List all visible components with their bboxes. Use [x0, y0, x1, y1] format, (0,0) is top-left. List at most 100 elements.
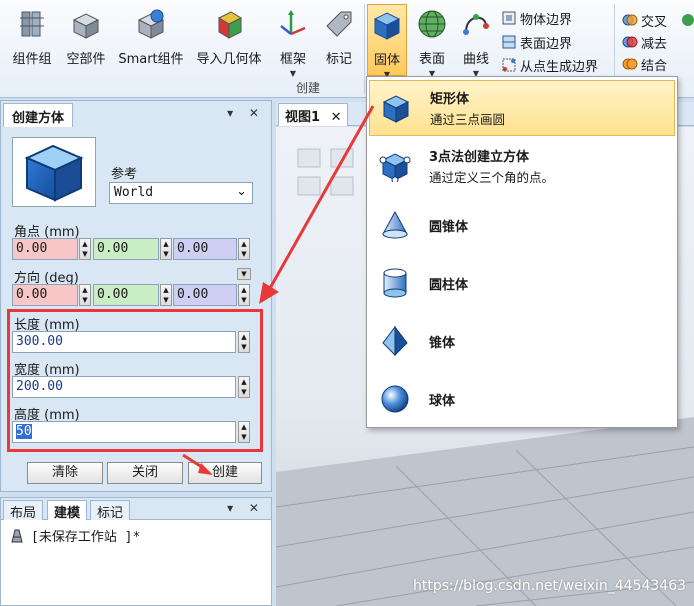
menu-item-cone-title: 圆锥体 [429, 219, 469, 235]
corner-y-input[interactable]: 0.00 [93, 238, 159, 260]
frame-button[interactable]: 框架 ▼ [274, 4, 312, 78]
height-spinner[interactable]: ▲ ▼ [238, 421, 250, 443]
close-button[interactable]: 关闭 [107, 462, 183, 484]
tab-modeling[interactable]: 建模 [47, 500, 88, 521]
ribbon-separator [364, 4, 365, 94]
frame-label: 框架 [279, 52, 306, 67]
surface-border-button[interactable]: 表面边界 [501, 32, 572, 52]
box-preview [12, 137, 96, 207]
surface-button[interactable]: 表面 ▼ [412, 4, 452, 78]
reference-select[interactable]: World ⌄ [109, 182, 253, 204]
pyramid-icon [379, 325, 411, 357]
box-3-points-icon [379, 150, 411, 182]
border-from-points-button[interactable]: 从点生成边界 [501, 55, 598, 75]
browser-panel: 布局 建模 标记 ▾ ✕ [未保存工作站 ]* [0, 497, 272, 606]
sphere-icon [379, 383, 411, 415]
menu-item-sphere[interactable]: 球体 [369, 371, 675, 427]
width-input[interactable]: 200.00 [12, 376, 236, 398]
tag-icon [323, 8, 355, 40]
border-from-points-label: 从点生成边界 [520, 59, 599, 75]
menu-item-cylinder[interactable]: 圆柱体 [369, 255, 675, 311]
tool-icon [680, 12, 694, 28]
curve-button[interactable]: 曲线 ▼ [456, 4, 496, 78]
clear-button[interactable]: 清除 [27, 462, 103, 484]
subtract-icon [622, 34, 638, 50]
object-border-icon [501, 10, 517, 26]
union-icon [622, 56, 638, 72]
length-spinner[interactable]: ▲ ▼ [238, 331, 250, 353]
width-spinner[interactable]: ▲ ▼ [238, 376, 250, 398]
menu-item-box-3-points-desc: 通过定义三个角的点。 [429, 170, 555, 185]
direction-z-input[interactable]: 0.00 [173, 284, 237, 306]
corner-z-spinner[interactable]: ▲ ▼ [238, 238, 250, 260]
height-input[interactable]: 50 [12, 421, 236, 443]
reference-label: 参考 [111, 167, 138, 182]
panel-controls[interactable]: ▾ ✕ [227, 501, 265, 515]
empty-part-button[interactable]: 空部件 [62, 4, 110, 78]
frame-icon [277, 8, 309, 40]
menu-item-cone[interactable]: 圆锥体 [369, 197, 675, 253]
corner-y-spinner[interactable]: ▲ ▼ [160, 238, 172, 260]
component-group-button[interactable]: 组件组 [8, 4, 56, 78]
arrow-annotation-icon [182, 453, 213, 475]
corner-x-input[interactable]: 0.00 [12, 238, 78, 260]
tab-layout[interactable]: 布局 [3, 500, 44, 521]
chevron-down-icon: ▼ [289, 69, 297, 78]
smart-component-icon [135, 8, 167, 40]
tag-button[interactable]: 标记 [318, 4, 360, 78]
tab-tags[interactable]: 标记 [90, 500, 131, 521]
union-button[interactable]: 结合 [622, 54, 667, 74]
reference-value: World [114, 185, 154, 200]
corner-z-input[interactable]: 0.00 [173, 238, 237, 260]
group-label-create: 创建 [296, 81, 321, 95]
menu-item-box-title: 矩形体 [430, 92, 470, 107]
box-icon [380, 92, 412, 124]
corner-x-spinner[interactable]: ▲ ▼ [79, 238, 91, 260]
arrow-annotation-icon [259, 105, 375, 304]
border-from-points-icon [501, 57, 517, 73]
subtract-label: 减去 [641, 36, 668, 52]
direction-expand-button[interactable]: ▼ [237, 268, 251, 280]
cone-icon [379, 209, 411, 241]
create-box-panel: 创建方体 ▾ ✕ 参考 World ⌄ 角点 (mm) 0.00 ▲ ▼ 0.00… [0, 100, 272, 492]
import-geometry-button[interactable]: 导入几何体 [192, 4, 266, 78]
curve-label: 曲线 [462, 52, 489, 67]
solid-dropdown-menu: 矩形体 通过三点画圆 3点法创建立方体 通过定义三个角的点。 圆锥体 圆柱体 锥… [366, 76, 678, 428]
empty-part-icon [70, 8, 102, 40]
direction-y-spinner[interactable]: ▲ ▼ [160, 284, 172, 306]
station-item[interactable]: [未保存工作站 ]* [9, 526, 140, 545]
intersect-icon [622, 12, 638, 28]
subtract-button[interactable]: 减去 [622, 32, 667, 52]
smart-component-label: Smart组件 [118, 52, 184, 67]
menu-item-box[interactable]: 矩形体 通过三点画圆 [369, 80, 675, 136]
solid-button[interactable]: 固体 ▼ [367, 4, 407, 79]
tag-label: 标记 [325, 52, 352, 67]
smart-component-button[interactable]: Smart组件 [116, 4, 186, 78]
direction-x-input[interactable]: 0.00 [12, 284, 78, 306]
menu-item-box-3-points[interactable]: 3点法创建立方体 通过定义三个角的点。 [369, 138, 675, 194]
more-tools-button[interactable] [680, 10, 694, 30]
menu-item-pyramid-title: 锥体 [429, 335, 456, 351]
height-value-selected: 50 [16, 424, 32, 439]
object-border-button[interactable]: 物体边界 [501, 8, 572, 28]
menu-item-pyramid[interactable]: 锥体 [369, 313, 675, 369]
component-group-icon [16, 8, 48, 40]
chevron-down-icon: ⌄ [236, 184, 247, 199]
menu-item-sphere-title: 球体 [429, 393, 456, 409]
menu-item-box-3-points-title: 3点法创建立方体 [429, 150, 530, 165]
import-geometry-icon [213, 8, 245, 40]
box-preview-icon [24, 144, 84, 202]
direction-x-spinner[interactable]: ▲ ▼ [79, 284, 91, 306]
object-border-label: 物体边界 [520, 12, 573, 28]
surface-label: 表面 [418, 52, 445, 67]
solid-icon [371, 9, 403, 41]
watermark-text: https://blog.csdn.net/weixin_44543463 [413, 578, 687, 594]
surface-border-icon [501, 34, 517, 50]
direction-z-spinner[interactable]: ▲ ▼ [238, 284, 250, 306]
length-input[interactable]: 300.00 [12, 331, 236, 353]
empty-part-label: 空部件 [66, 52, 106, 67]
panel-tab-create-box[interactable]: 创建方体 [3, 103, 74, 127]
direction-y-input[interactable]: 0.00 [93, 284, 159, 306]
intersect-button[interactable]: 交叉 [622, 10, 667, 30]
menu-item-cylinder-title: 圆柱体 [429, 277, 469, 293]
